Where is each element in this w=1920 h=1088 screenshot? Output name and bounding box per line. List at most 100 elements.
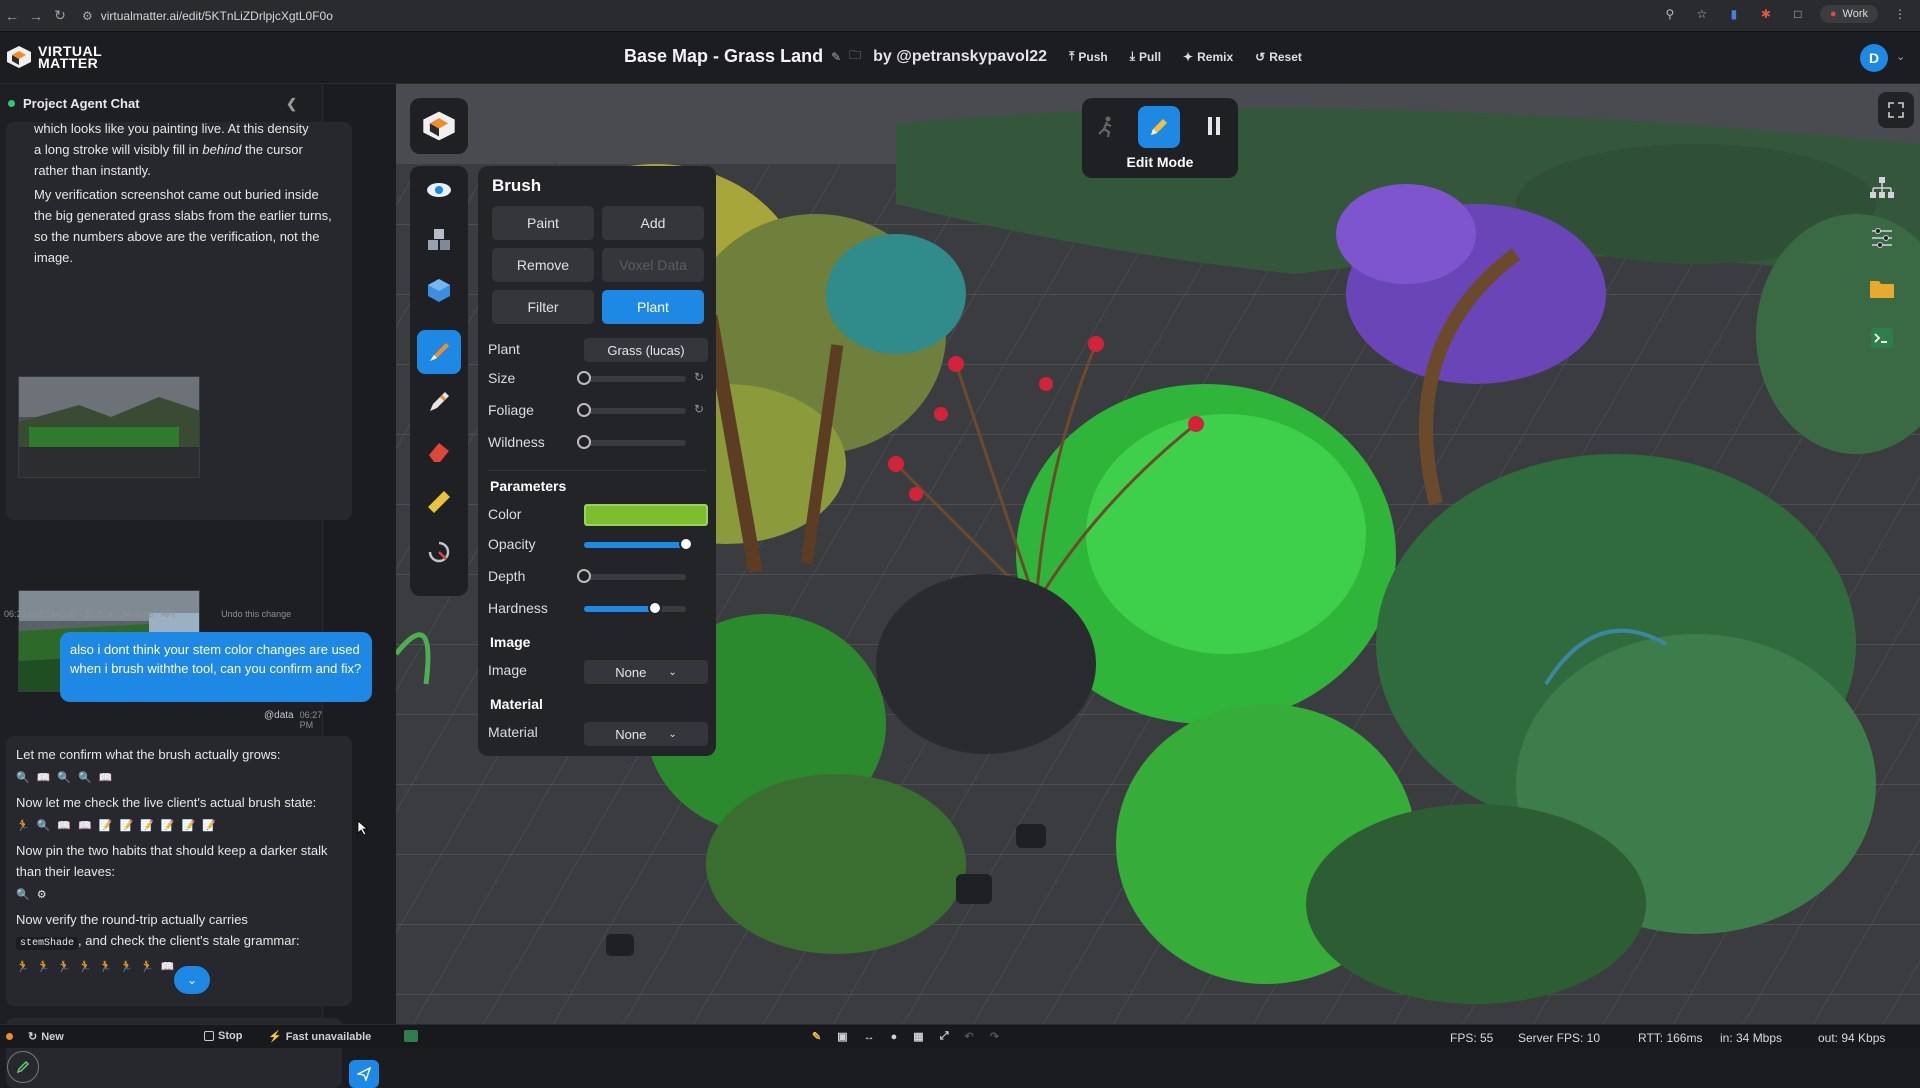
edit-mode-button[interactable] xyxy=(1138,106,1180,148)
eraser-tool-button[interactable] xyxy=(417,430,461,474)
depth-slider[interactable] xyxy=(577,569,686,583)
app-logo[interactable]: VIRTUAL MATTER xyxy=(6,44,102,70)
foliage-reset-icon[interactable]: ↻ xyxy=(694,402,704,416)
image-heading: Image xyxy=(490,634,531,650)
size-label: Size xyxy=(488,370,516,386)
pencil-icon xyxy=(1151,119,1167,135)
view-tool-button[interactable] xyxy=(417,168,461,212)
sphere-icon[interactable]: ● xyxy=(891,1031,898,1043)
scroll-down-button[interactable]: ⌄ xyxy=(174,966,210,994)
user-message: also i dont think your stem color change… xyxy=(60,632,372,702)
address-bar[interactable]: ⚙ virtualmatter.ai/edit/5KTnLiZDrlpjcXgt… xyxy=(82,5,333,27)
extensions-icon[interactable]: □ xyxy=(1788,4,1808,24)
avatar-chevron-icon[interactable]: ⌄ xyxy=(1896,50,1905,63)
edit-title-icon[interactable]: ✎ xyxy=(831,50,841,64)
settings-sliders-button[interactable] xyxy=(1864,220,1900,256)
logo-mark-icon xyxy=(7,46,31,68)
pencil-icon[interactable]: ✎ xyxy=(812,1030,821,1043)
browser-toolbar: ← → ↻ ⚙ virtualmatter.ai/edit/5KTnLiZDrl… xyxy=(0,0,1920,32)
size-slider[interactable] xyxy=(577,371,686,385)
remix-button[interactable]: ✦ Remix xyxy=(1183,50,1233,64)
measure-tool-button[interactable] xyxy=(417,480,461,524)
sliders-icon xyxy=(1872,228,1892,248)
scale-icon[interactable]: ⤢ xyxy=(940,1030,949,1043)
terminal-icon xyxy=(1871,328,1893,348)
stop-icon xyxy=(204,1031,214,1041)
color-label: Color xyxy=(488,506,522,522)
read-icon: 📖 xyxy=(36,772,51,784)
app-menu-button[interactable] xyxy=(410,98,468,154)
objects-tool-button[interactable] xyxy=(417,218,461,262)
push-button[interactable]: ⤒ Push xyxy=(1069,49,1108,64)
edit-mode-toggle[interactable] xyxy=(7,1051,39,1083)
color-swatch[interactable] xyxy=(584,504,708,526)
redo-icon[interactable]: ↷ xyxy=(990,1030,999,1043)
profile-badge[interactable]: ● Work xyxy=(1819,5,1878,23)
material-select[interactable]: None ⌄ xyxy=(584,722,708,746)
pen-tool-button[interactable] xyxy=(417,380,461,424)
assistant-message: which looks like you painting live. At t… xyxy=(6,121,352,692)
terminal-toggle[interactable] xyxy=(404,1030,418,1042)
screenshot-thumbnail[interactable] xyxy=(18,376,200,478)
pause-button[interactable] xyxy=(1206,116,1222,136)
move-horizontal-icon[interactable]: ↔ xyxy=(864,1031,875,1043)
chat-header: Project Agent Chat ❮ xyxy=(0,84,323,122)
voxel-tool-button[interactable] xyxy=(417,268,461,312)
folder-icon[interactable]: 🗀 xyxy=(849,46,861,67)
project-owner[interactable]: by @petranskypavol22 xyxy=(873,48,1047,66)
foliage-label: Foliage xyxy=(488,402,534,418)
read-icon: 📖 xyxy=(57,820,72,832)
send-button[interactable] xyxy=(349,1060,379,1088)
mode-paint-button[interactable]: Paint xyxy=(492,206,594,240)
mode-filter-button[interactable]: Filter xyxy=(492,290,594,324)
user-avatar[interactable]: D xyxy=(1860,44,1888,72)
console-button[interactable] xyxy=(1864,320,1900,356)
refresh-icon: ↻ xyxy=(28,1031,38,1043)
profile-label: Work xyxy=(1842,8,1868,20)
hierarchy-button[interactable] xyxy=(1864,170,1900,206)
undo-change-link[interactable]: Undo this change xyxy=(221,609,291,619)
extension-shield-icon[interactable]: ▮ xyxy=(1724,4,1744,24)
back-icon[interactable]: ← xyxy=(0,4,24,28)
message-line: Let me confirm what the brush actually g… xyxy=(16,747,281,762)
pencil-icon xyxy=(16,1060,30,1074)
select-box-icon[interactable]: ▣ xyxy=(837,1030,847,1043)
pull-button[interactable]: ⤓ Pull xyxy=(1130,49,1161,64)
reload-icon[interactable]: ↻ xyxy=(48,4,72,28)
site-info-icon[interactable]: ⚙ xyxy=(82,9,93,23)
undo-icon[interactable]: ↶ xyxy=(965,1030,974,1043)
image-label: Image xyxy=(488,662,527,678)
forward-icon[interactable]: → xyxy=(24,4,48,28)
image-select[interactable]: None ⌄ xyxy=(584,660,708,684)
hardness-slider[interactable] xyxy=(584,601,686,615)
foliage-slider[interactable] xyxy=(577,403,686,417)
bookmark-star-icon[interactable]: ☆ xyxy=(1692,4,1712,24)
collapse-icon[interactable]: ❮ xyxy=(286,96,297,112)
wildness-slider[interactable] xyxy=(577,435,686,449)
grid-icon[interactable]: ▦ xyxy=(913,1030,923,1043)
files-button[interactable] xyxy=(1864,270,1900,306)
play-mode-button[interactable] xyxy=(1096,116,1116,138)
new-chat-button[interactable]: ↻ New xyxy=(28,1030,64,1044)
push-icon: ⤒ xyxy=(1069,49,1075,63)
menu-dots-icon[interactable]: ⋮ xyxy=(1890,4,1910,24)
search-icon: 🔍 xyxy=(16,889,30,901)
reset-button[interactable]: ↺ Reset xyxy=(1255,50,1302,64)
extension-puzzle-icon[interactable]: ✱ xyxy=(1756,4,1776,24)
opacity-slider[interactable] xyxy=(584,537,693,551)
fullscreen-button[interactable] xyxy=(1878,92,1914,128)
stop-button[interactable]: Stop xyxy=(204,1030,242,1042)
fast-mode-status[interactable]: ⚡ Fast unavailable xyxy=(268,1030,371,1044)
history-tool-button[interactable] xyxy=(417,530,461,574)
size-reset-icon[interactable]: ↻ xyxy=(694,370,704,384)
mode-remove-button[interactable]: Remove xyxy=(492,248,594,282)
run-icon: 🏃 xyxy=(140,961,154,973)
message-paragraph: My verification screenshot came out buri… xyxy=(34,187,332,265)
plant-select[interactable]: Grass (lucas) xyxy=(584,338,708,362)
mode-add-button[interactable]: Add xyxy=(602,206,704,240)
mode-plant-button[interactable]: Plant xyxy=(602,290,704,324)
zoom-icon[interactable]: ⚲ xyxy=(1660,4,1680,24)
chevron-down-icon: ⌄ xyxy=(668,728,677,740)
brush-tool-button[interactable] xyxy=(417,330,461,374)
url-text: virtualmatter.ai/edit/5KTnLiZDrlpjcXgtL0… xyxy=(100,8,333,23)
